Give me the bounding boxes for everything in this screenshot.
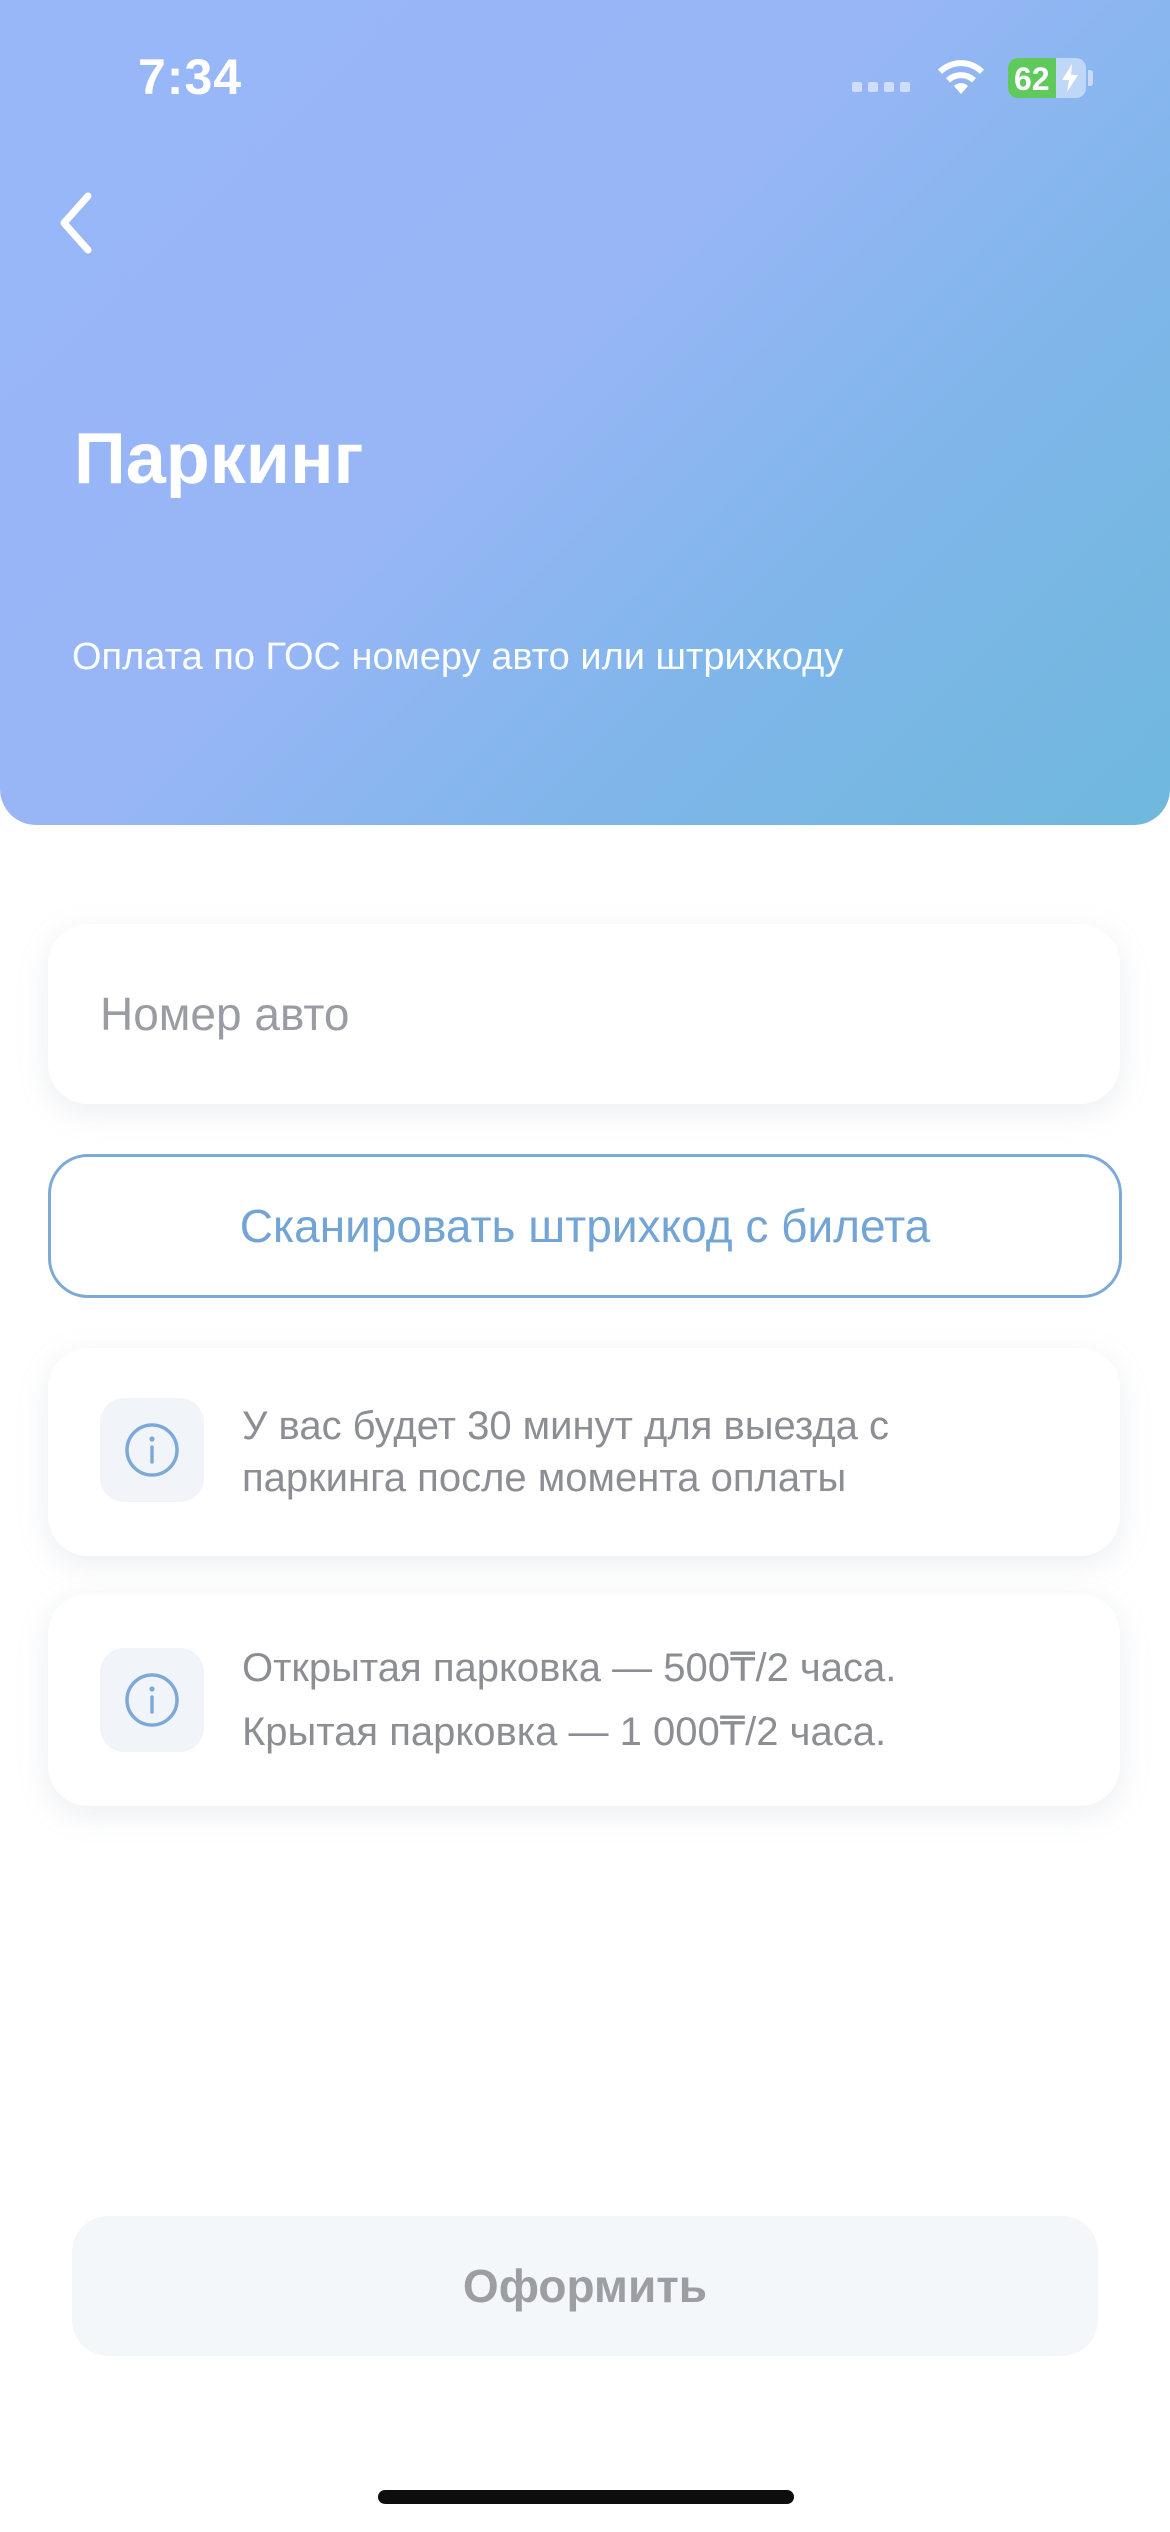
info-icon-container — [100, 1648, 204, 1752]
submit-button[interactable]: Оформить — [72, 2216, 1098, 2356]
info-line: У вас будет 30 минут для выезда с — [242, 1404, 890, 1448]
cellular-signal-icon — [852, 82, 912, 94]
header-banner: 7:34 62 Паркинг Оплата по ГОС номеру авт… — [0, 0, 1170, 825]
exit-time-info-card: У вас будет 30 минут для выезда с паркин… — [48, 1348, 1120, 1556]
info-icon-container — [100, 1398, 204, 1502]
battery-icon: 62 — [1008, 58, 1086, 98]
parking-screen: 7:34 62 Паркинг Оплата по ГОС номеру авт… — [0, 0, 1170, 2532]
page-title: Паркинг — [74, 419, 364, 499]
status-time: 7:34 — [138, 49, 243, 105]
chevron-left-icon — [60, 192, 92, 254]
battery-cap — [1088, 70, 1093, 86]
home-indicator[interactable] — [378, 2490, 794, 2504]
info-line: паркинга после момента оплаты — [242, 1456, 847, 1500]
back-button[interactable] — [52, 186, 112, 260]
battery-percent: 62 — [1014, 61, 1050, 97]
info-line: Крытая парковка — 1 000₸/2 часа. — [242, 1710, 887, 1754]
info-icon — [125, 1423, 179, 1477]
car-number-input[interactable] — [100, 924, 1060, 1104]
wifi-icon — [938, 60, 984, 94]
info-icon — [125, 1673, 179, 1727]
parking-price-info-card: Открытая парковка — 500₸/2 часа. Крытая … — [48, 1594, 1120, 1806]
car-number-field-card — [48, 924, 1120, 1104]
page-subtitle: Оплата по ГОС номеру авто или штрихкоду — [72, 636, 844, 678]
scan-barcode-button[interactable]: Сканировать штрихкод с билета — [48, 1154, 1122, 1298]
exit-time-info-text: У вас будет 30 минут для выезда с паркин… — [242, 1400, 889, 1504]
charging-bolt-icon — [1062, 64, 1078, 92]
info-line: Открытая парковка — 500₸/2 часа. — [242, 1646, 897, 1690]
parking-price-info-text: Открытая парковка — 500₸/2 часа. Крытая … — [242, 1636, 896, 1764]
